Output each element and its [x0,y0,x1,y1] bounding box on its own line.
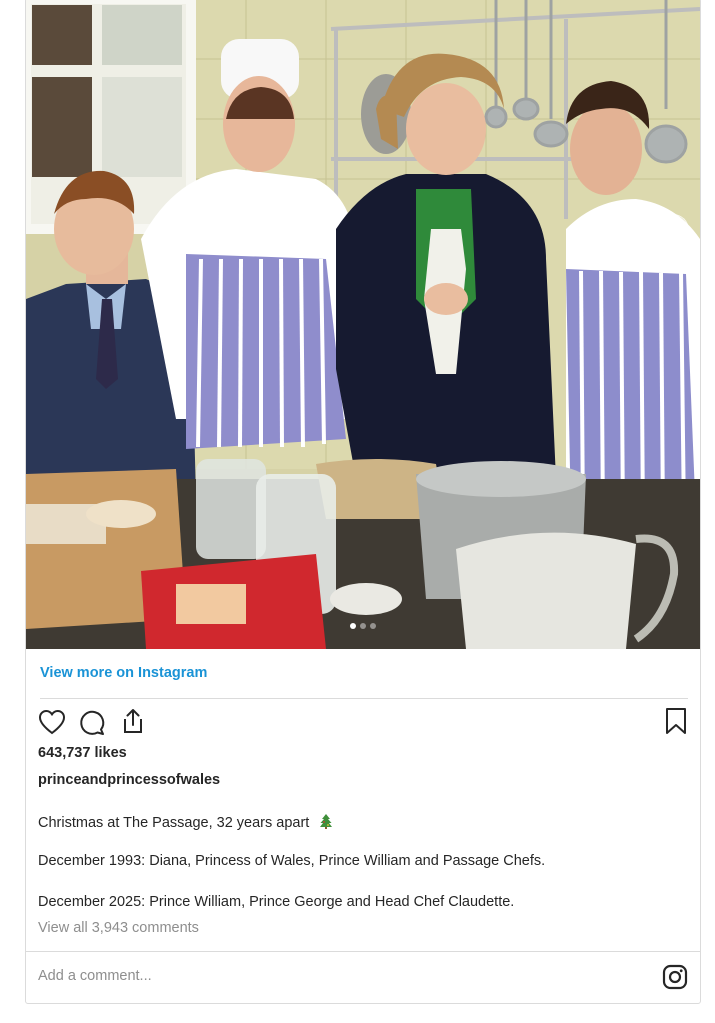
caption-title-text: Christmas at The Passage, 32 years apart [38,815,310,831]
carousel-dot-2 [360,623,366,629]
caption-title: Christmas at The Passage, 32 years apart [38,813,333,831]
instagram-embed-card: View more on Instagram 643,737 likes pri… [25,0,701,1004]
view-all-comments-link[interactable]: View all 3,943 comments [38,920,199,936]
chevron-right-icon [669,223,677,237]
bookmark-icon[interactable] [664,707,688,740]
post-photo[interactable] [26,0,700,649]
heart-icon[interactable] [38,709,66,740]
likes-count[interactable]: 643,737 likes [38,745,127,761]
divider [40,698,688,699]
share-icon[interactable] [120,707,146,740]
carousel-next-button[interactable] [657,214,689,246]
carousel-dots [26,623,700,629]
christmas-tree-emoji [320,814,333,829]
instagram-icon[interactable] [662,964,688,995]
caption-line-2: December 2025: Prince William, Prince Ge… [38,894,515,910]
kitchen-photo-illustration [26,0,700,649]
view-more-link[interactable]: View more on Instagram [40,665,207,681]
comment-bubble-icon[interactable] [78,709,106,742]
add-comment-input[interactable]: Add a comment... [38,968,152,984]
caption-line-1: December 1993: Diana, Princess of Wales,… [38,853,546,869]
carousel-dot-1 [350,623,356,629]
divider [26,951,700,952]
carousel-dot-3 [370,623,376,629]
post-username[interactable]: princeandprincessofwales [38,772,220,788]
